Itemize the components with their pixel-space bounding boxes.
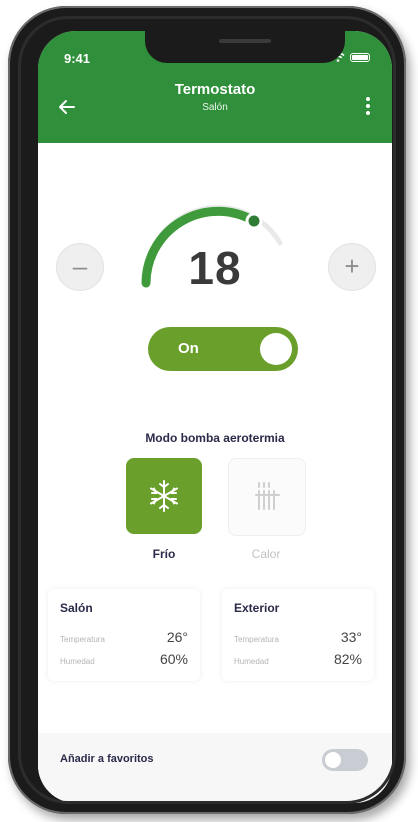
favorites-label: Añadir a favoritos [60, 753, 154, 765]
header-titles: Termostato Salón [38, 81, 392, 113]
humidity-label: Humedad [234, 657, 269, 666]
room-card-title: Salón [60, 601, 93, 615]
temperature-value: 18 [188, 242, 242, 294]
power-toggle-knob [260, 333, 292, 365]
room-card-exterior: Exterior Temperatura 33° Humedad 82% [222, 589, 374, 681]
phone-notch [145, 31, 345, 63]
page-title: Termostato [174, 81, 256, 98]
power-toggle[interactable]: On [148, 327, 298, 371]
room-card-salon: Salón Temperatura 26° Humedad 60% [48, 589, 200, 681]
mode-heat-label: Calor [251, 547, 281, 561]
temperature-reading: 33° [340, 629, 362, 645]
app-screen: 9:41 Termostato Salón 18 – + On Modo bom… [38, 31, 392, 803]
temperature-reading: 26° [166, 629, 188, 645]
humidity-reading: 60% [159, 651, 188, 667]
decrease-temperature-button[interactable]: – [56, 243, 104, 291]
temperature-row: Temperatura 26° [60, 629, 188, 645]
humidity-row: Humedad 82% [234, 651, 362, 667]
temperature-label: Temperatura [60, 635, 105, 644]
page-subtitle: Salón [202, 102, 228, 113]
battery-icon [350, 53, 370, 62]
phone-frame: 9:41 Termostato Salón 18 – + On Modo bom… [8, 6, 406, 814]
mode-section-label: Modo bomba aerotermia [145, 431, 285, 445]
speaker-grille [219, 39, 271, 43]
humidity-label: Humedad [60, 657, 95, 666]
heater-icon [255, 482, 280, 510]
room-card-title: Exterior [234, 601, 280, 615]
main-content: 18 – + On Modo bomba aerotermia Frío Cal… [38, 143, 392, 803]
humidity-reading: 82% [333, 651, 362, 667]
power-toggle-label: On [178, 340, 199, 357]
favorites-toggle-knob [325, 752, 341, 768]
humidity-row: Humedad 60% [60, 651, 188, 667]
mode-heat-button[interactable] [228, 458, 306, 536]
favorites-bar: Añadir a favoritos [38, 733, 392, 803]
snowflake-icon [150, 480, 178, 512]
favorites-toggle[interactable] [322, 749, 368, 771]
temperature-row: Temperatura 33° [234, 629, 362, 645]
more-options-icon[interactable] [360, 93, 376, 119]
temperature-label: Temperatura [234, 635, 279, 644]
mode-cold-label: Frío [152, 547, 176, 561]
mode-cold-button[interactable] [126, 458, 202, 534]
status-time: 9:41 [64, 51, 91, 66]
increase-temperature-button[interactable]: + [328, 243, 376, 291]
dial-handle[interactable] [245, 212, 263, 230]
